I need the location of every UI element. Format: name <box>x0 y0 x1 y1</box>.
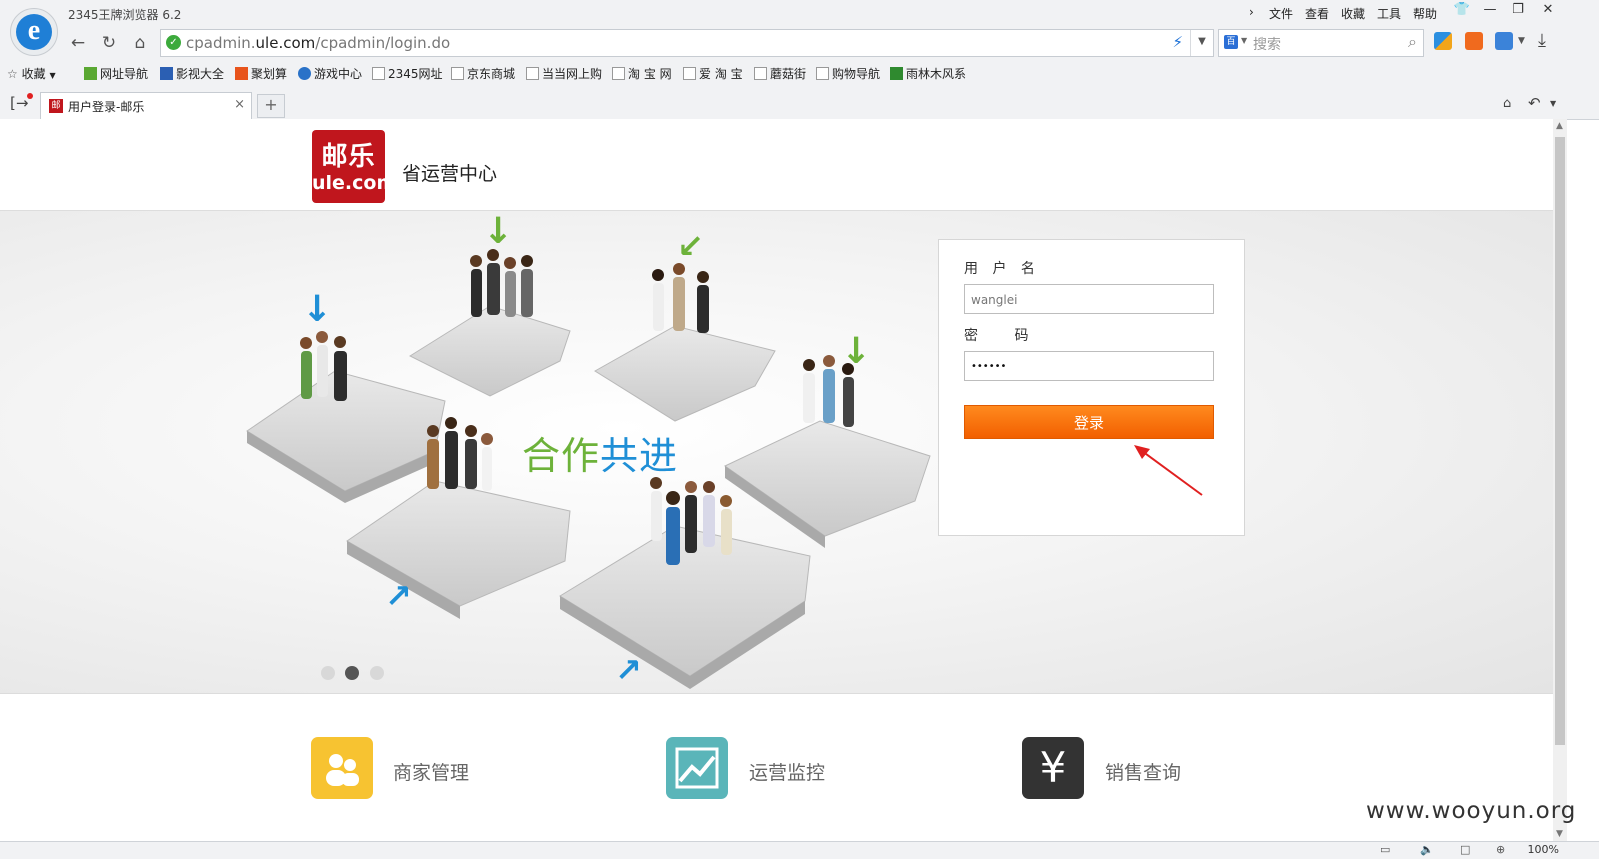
new-tab-button[interactable]: + <box>257 94 285 118</box>
speed-mode-icon[interactable]: ⚡ <box>1172 33 1183 51</box>
vertical-scrollbar[interactable]: ▲ ▼ <box>1553 119 1567 841</box>
skin-icon[interactable]: 👕 <box>1448 0 1476 22</box>
address-bar[interactable]: ✓ cpadmin.ule.com/cpadmin/login.do ⚡ ▼ <box>160 29 1214 57</box>
search-engine-icon[interactable]: 百 <box>1224 35 1238 49</box>
feature-label-sales[interactable]: 销售查询 <box>1105 758 1181 785</box>
apps-icon[interactable] <box>1434 32 1452 50</box>
tab-close-icon[interactable]: × <box>234 97 245 112</box>
page-title: 省运营中心 <box>402 163 498 185</box>
username-input[interactable]: wanglei <box>964 284 1214 314</box>
slide-dot-active[interactable] <box>345 666 359 680</box>
url-text[interactable]: cpadmin.ule.com/cpadmin/login.do <box>186 34 450 52</box>
bookmark-item[interactable]: 影视大全 <box>160 65 224 82</box>
bookmark-item[interactable]: 爱 淘 宝 <box>683 65 743 82</box>
tab-strip: [→ 邮 用户登录-邮乐 × + ⌂ ↶ ▼ <box>0 90 1599 119</box>
password-input[interactable]: •••••• <box>964 351 1214 381</box>
close-window-button[interactable]: ✕ <box>1534 0 1562 22</box>
window-icon[interactable]: □ <box>1460 843 1470 856</box>
home-button[interactable]: ⌂ <box>128 32 152 54</box>
download-icon[interactable]: ⤓ <box>1538 30 1546 51</box>
tab-favicon-icon: 邮 <box>49 99 63 113</box>
undo-dropdown-icon[interactable]: ▼ <box>1550 99 1556 108</box>
svg-text:↙: ↙ <box>677 227 704 265</box>
red-arrow-annotation <box>1134 445 1203 496</box>
screenshot-dropdown-icon[interactable]: ▼ <box>1518 36 1525 46</box>
menu-expand-icon[interactable]: › <box>1249 5 1254 19</box>
status-bar: ▭ 🔈 □ ⊕ 100% <box>0 841 1599 859</box>
bookmark-item[interactable]: 淘 宝 网 <box>612 65 672 82</box>
zoom-level[interactable]: 100% <box>1528 843 1559 856</box>
tab-active[interactable]: 邮 用户登录-邮乐 × <box>40 92 252 119</box>
search-icon[interactable]: ⌕ <box>1408 32 1417 52</box>
game-icon[interactable] <box>1465 32 1483 50</box>
bookmark-item[interactable]: 网址导航 <box>84 65 148 82</box>
screenshot-icon[interactable] <box>1495 32 1513 50</box>
undo-icon[interactable]: ↶ <box>1528 94 1541 112</box>
sound-icon[interactable]: 🔈 <box>1420 843 1434 856</box>
zoom-icon[interactable]: ⊕ <box>1496 843 1505 856</box>
menu-help[interactable]: 帮助 <box>1413 5 1437 22</box>
yen-icon[interactable]: ¥ <box>1022 737 1084 799</box>
bookmark-item[interactable]: 京东商城 <box>451 65 515 82</box>
scroll-down-icon[interactable]: ▼ <box>1556 829 1563 839</box>
slide-dot[interactable] <box>321 666 335 680</box>
browser-logo-icon[interactable]: e <box>10 8 58 56</box>
browser-chrome: e 2345王牌浏览器 6.2 › 文件 查看 收藏 工具 帮助 👕 — ❐ ✕… <box>0 0 1599 120</box>
banner-slider: ↓ ↓ ↙ ↓ ↗ ↗ 合作共进 用 户 名 wanglei 密 码 •••••… <box>0 211 1553 694</box>
search-box[interactable]: 百 ▼ 搜索 ⌕ <box>1218 29 1424 57</box>
svg-text:↗: ↗ <box>615 651 642 689</box>
back-button[interactable]: ← <box>66 32 90 54</box>
username-label: 用 户 名 <box>964 261 1040 277</box>
svg-text:↓: ↓ <box>483 211 513 252</box>
favorites-button[interactable]: ☆ 收藏 ▼ <box>7 65 56 82</box>
page-content: 邮乐 ule.com 省运营中心 ↓ ↓ ↙ ↓ ↗ ↗ 合作共进 用 户 名 … <box>0 119 1553 841</box>
ule-logo[interactable]: 邮乐 ule.com <box>312 130 396 203</box>
password-label: 密 码 <box>964 328 1045 344</box>
chart-icon[interactable] <box>666 737 728 799</box>
feature-row: 商家管理 运营监控 ¥ 销售查询 <box>0 694 1553 841</box>
engine-dropdown-icon[interactable]: ▼ <box>1241 36 1247 45</box>
search-placeholder[interactable]: 搜索 <box>1253 34 1281 54</box>
refresh-button[interactable]: ↻ <box>97 32 121 54</box>
menu-view[interactable]: 查看 <box>1305 5 1329 22</box>
bookmark-item[interactable]: 购物导航 <box>816 65 880 82</box>
app-title: 2345王牌浏览器 6.2 <box>68 8 182 22</box>
login-button[interactable]: 登录 <box>964 405 1214 439</box>
secure-shield-icon: ✓ <box>166 35 181 50</box>
people-icon[interactable] <box>311 737 373 799</box>
slogan: 合作共进 <box>522 434 679 478</box>
bookmark-item[interactable]: 聚划算 <box>235 65 287 82</box>
menu-tools[interactable]: 工具 <box>1377 5 1401 22</box>
bookmarks-bar: ☆ 收藏 ▼ 网址导航 影视大全 聚划算 游戏中心 2345网址 京东商城 当当… <box>0 62 1599 84</box>
menu-file[interactable]: 文件 <box>1269 5 1293 22</box>
tab-title: 用户登录-邮乐 <box>68 100 145 114</box>
feature-label-monitor[interactable]: 运营监控 <box>749 758 825 785</box>
site-header: 邮乐 ule.com 省运营中心 <box>0 119 1553 211</box>
scroll-thumb[interactable] <box>1555 137 1565 745</box>
slide-dot[interactable] <box>370 666 384 680</box>
menu-favorites[interactable]: 收藏 <box>1341 5 1365 22</box>
svg-text:↓: ↓ <box>841 331 871 372</box>
svg-text:↓: ↓ <box>302 289 332 330</box>
ad-block-icon[interactable]: ▭ <box>1380 843 1390 856</box>
feature-label-merchant[interactable]: 商家管理 <box>393 758 469 785</box>
bookmark-item[interactable]: 蘑菇街 <box>754 65 806 82</box>
bookmark-item[interactable]: 当当网上购 <box>526 65 602 82</box>
svg-text:↗: ↗ <box>385 577 412 615</box>
restore-button[interactable]: ❐ <box>1504 0 1532 22</box>
sidebar-toggle-icon[interactable]: [→ <box>10 94 28 112</box>
minimize-button[interactable]: — <box>1476 0 1504 22</box>
scroll-up-icon[interactable]: ▲ <box>1556 121 1563 131</box>
bookmark-item[interactable]: 游戏中心 <box>298 65 362 82</box>
bookmark-item[interactable]: 2345网址 <box>372 65 443 82</box>
bookmark-item[interactable]: 雨林木风系 <box>890 65 966 82</box>
watermark: www.wooyun.org <box>1366 798 1577 824</box>
address-dropdown-icon[interactable]: ▼ <box>1190 30 1213 56</box>
closed-tabs-icon[interactable]: ⌂ <box>1503 96 1511 111</box>
notification-dot <box>27 93 33 99</box>
